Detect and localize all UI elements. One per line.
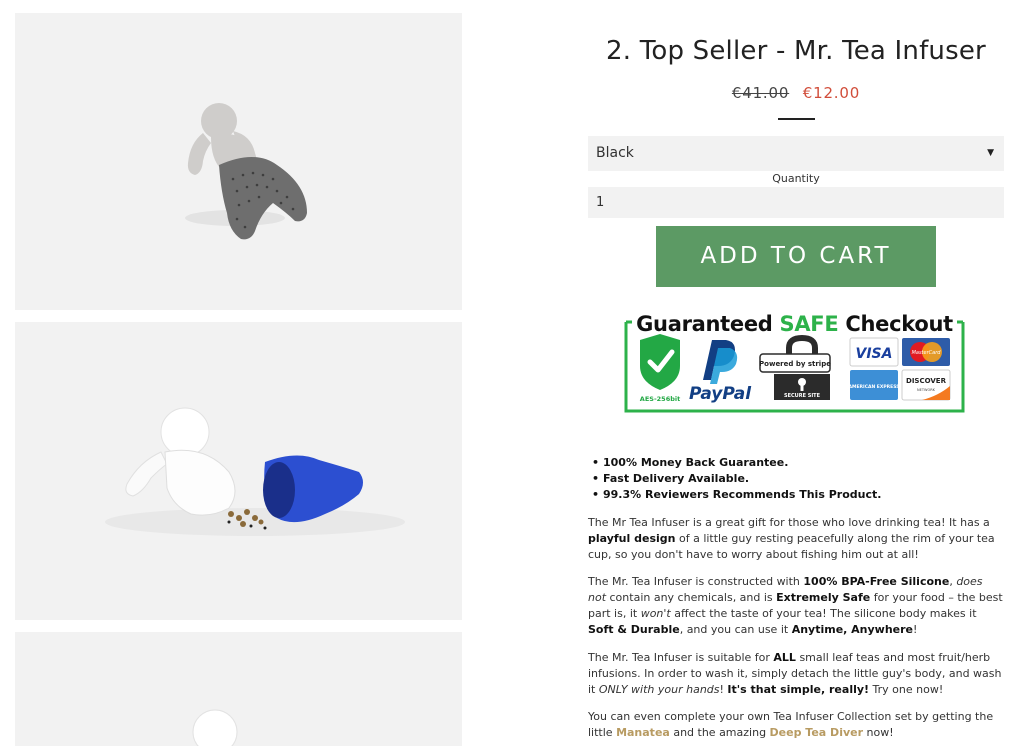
badge-title-safe: SAFE [779, 312, 839, 336]
title-divider [778, 118, 815, 120]
shield-text: AES-256bit [640, 395, 680, 403]
desc-text: affect the taste of your tea! The silico… [670, 607, 977, 620]
desc-text: The Mr. Tea Infuser is suitable for [588, 651, 774, 664]
amex-text: AMERICAN EXPRESS [849, 384, 900, 390]
discover-card-icon [901, 369, 951, 401]
shield-icon [640, 334, 680, 390]
desc-text: The Mr Tea Infuser is a great gift for t… [588, 516, 990, 529]
desc-text: , and you can use it [679, 623, 792, 636]
product-image-white-infuser[interactable] [15, 632, 462, 746]
mastercard-text: MasterCard [912, 350, 942, 356]
safe-checkout-badge: AES-256bit PayPal Powered by stripe SECU… [622, 312, 967, 413]
list-item: 99.3% Reviewers Recommends This Product. [588, 487, 1004, 503]
desc-italic: ONLY with your hands [598, 683, 720, 696]
quantity-label: Quantity [772, 172, 820, 185]
desc-text: and the amazing [669, 726, 770, 739]
sale-price: €12.00 [802, 84, 861, 102]
deep-tea-diver-link[interactable]: Deep Tea Diver [770, 726, 863, 739]
product-image-grey-infuser[interactable] [15, 13, 462, 310]
paypal-logo-icon [703, 340, 738, 384]
discover-sub-text: NETWORK [917, 388, 936, 392]
list-item: Fast Delivery Available. [588, 471, 1004, 487]
add-to-cart-button[interactable]: ADD TO CART [656, 226, 936, 287]
desc-bold: Extremely Safe [776, 591, 871, 604]
secure-site-text: SECURE SITE [784, 393, 821, 399]
variant-select[interactable]: Black ▼ [588, 136, 1004, 171]
badge-title-part1: Guaranteed [636, 312, 780, 336]
description-paragraph-1: The Mr Tea Infuser is a great gift for t… [588, 515, 1004, 563]
badge-title: Guaranteed SAFE Checkout [622, 312, 967, 336]
variant-selected-value: Black [596, 145, 634, 161]
caret-down-icon: ▼ [987, 148, 994, 158]
visa-text: VISA [856, 346, 893, 362]
desc-bold: Anytime, Anywhere [791, 623, 914, 636]
desc-bold: playful design [588, 532, 676, 545]
paypal-text: PayPal [689, 384, 752, 404]
desc-bold: It's that simple, really! [727, 683, 870, 696]
product-title: 2. Top Seller - Mr. Tea Infuser [606, 36, 986, 66]
quantity-input[interactable]: 1 [588, 187, 1004, 218]
description-paragraph-2: The Mr. Tea Infuser is constructed with … [588, 574, 1004, 638]
list-item: 100% Money Back Guarantee. [588, 455, 1004, 471]
description-paragraph-3: The Mr. Tea Infuser is suitable for ALL … [588, 650, 1004, 698]
desc-text: ! [913, 623, 918, 636]
manatea-link[interactable]: Manatea [616, 726, 670, 739]
benefits-list: 100% Money Back Guarantee. Fast Delivery… [588, 455, 1004, 503]
compare-at-price: €41.00 [731, 84, 790, 102]
desc-text: Try one now! [869, 683, 944, 696]
product-image-white-blue-infuser[interactable] [15, 322, 462, 620]
stripe-lock-icon [759, 334, 831, 400]
desc-text: now! [863, 726, 894, 739]
badge-title-part2: Checkout [838, 312, 953, 336]
desc-text: The Mr. Tea Infuser is constructed with [588, 575, 804, 588]
description-paragraph-4: You can even complete your own Tea Infus… [588, 709, 1004, 741]
desc-italic: won't [640, 607, 671, 620]
stripe-text: Powered by stripe [759, 360, 831, 368]
desc-bold: 100% BPA-Free Silicone [803, 575, 950, 588]
desc-bold: Soft & Durable [588, 623, 680, 636]
price-block: €41.00 €12.00 [588, 84, 1004, 102]
desc-bold: ALL [773, 651, 796, 664]
desc-text: contain any chemicals, and is [606, 591, 777, 604]
discover-text: DISCOVER [906, 377, 947, 385]
